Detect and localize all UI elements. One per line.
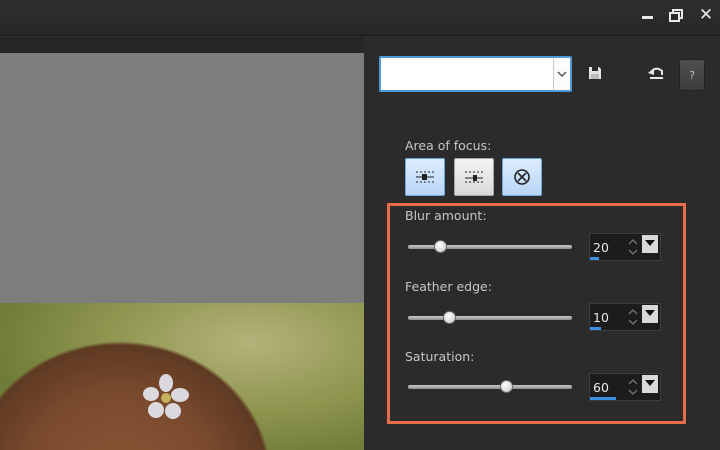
spin-arrows-icon[interactable] <box>626 306 640 328</box>
preview-photo <box>0 303 364 450</box>
saturation-slider-track[interactable] <box>408 385 572 389</box>
feather-edge-value: 10 <box>593 310 609 325</box>
linear-focus-button[interactable] <box>405 158 445 196</box>
blur-amount-value: 20 <box>593 240 609 255</box>
saturation-level-bar <box>590 397 617 400</box>
blur-amount-slider-track[interactable] <box>408 245 572 249</box>
restore-icon <box>669 8 683 22</box>
saturation-label: Saturation: <box>405 349 475 364</box>
save-preset-icon[interactable] <box>587 65 603 81</box>
linear-focus-alt-icon <box>465 171 483 183</box>
area-of-focus-label: Area of focus: <box>405 138 492 153</box>
preview-background <box>0 53 364 303</box>
help-button[interactable]: ? <box>679 59 705 91</box>
restore-button[interactable] <box>665 4 687 26</box>
linear-focus-icon <box>416 171 434 183</box>
chevron-down-icon <box>557 70 567 77</box>
blur-amount-dropdown-button[interactable] <box>642 235 658 253</box>
preset-dropdown-arrow[interactable] <box>553 58 570 90</box>
flower-hair-clip <box>143 374 189 419</box>
spin-arrows-icon[interactable] <box>626 376 640 398</box>
feather-edge-slider-thumb[interactable] <box>442 311 456 324</box>
feather-edge-level-bar <box>590 327 601 330</box>
blur-amount-label: Blur amount: <box>405 208 487 223</box>
saturation-value: 60 <box>593 380 609 395</box>
feather-edge-slider-track[interactable] <box>408 316 572 320</box>
saturation-slider-thumb[interactable] <box>499 380 513 393</box>
circular-focus-icon <box>514 169 530 185</box>
saturation-input[interactable]: 60 <box>589 373 661 401</box>
settings-panel: ? Area of focus: Blur amount: 20 Feather… <box>364 37 720 450</box>
circular-focus-button[interactable] <box>502 158 542 196</box>
preview-canvas[interactable] <box>0 37 364 450</box>
feather-edge-input[interactable]: 10 <box>589 303 661 331</box>
feather-edge-dropdown-button[interactable] <box>642 305 658 323</box>
spin-arrows-icon[interactable] <box>626 236 640 258</box>
blur-amount-level-bar <box>590 257 599 260</box>
linear-focus-alt-button[interactable] <box>454 158 494 196</box>
saturation-dropdown-button[interactable] <box>642 375 658 393</box>
minimize-button[interactable] <box>636 4 658 26</box>
reset-icon[interactable] <box>647 65 665 81</box>
feather-edge-label: Feather edge: <box>405 279 492 294</box>
blur-amount-input[interactable]: 20 <box>589 233 661 261</box>
close-button[interactable]: ✕ <box>695 4 717 26</box>
preset-dropdown[interactable] <box>379 56 572 92</box>
title-bar: ✕ <box>0 0 720 36</box>
